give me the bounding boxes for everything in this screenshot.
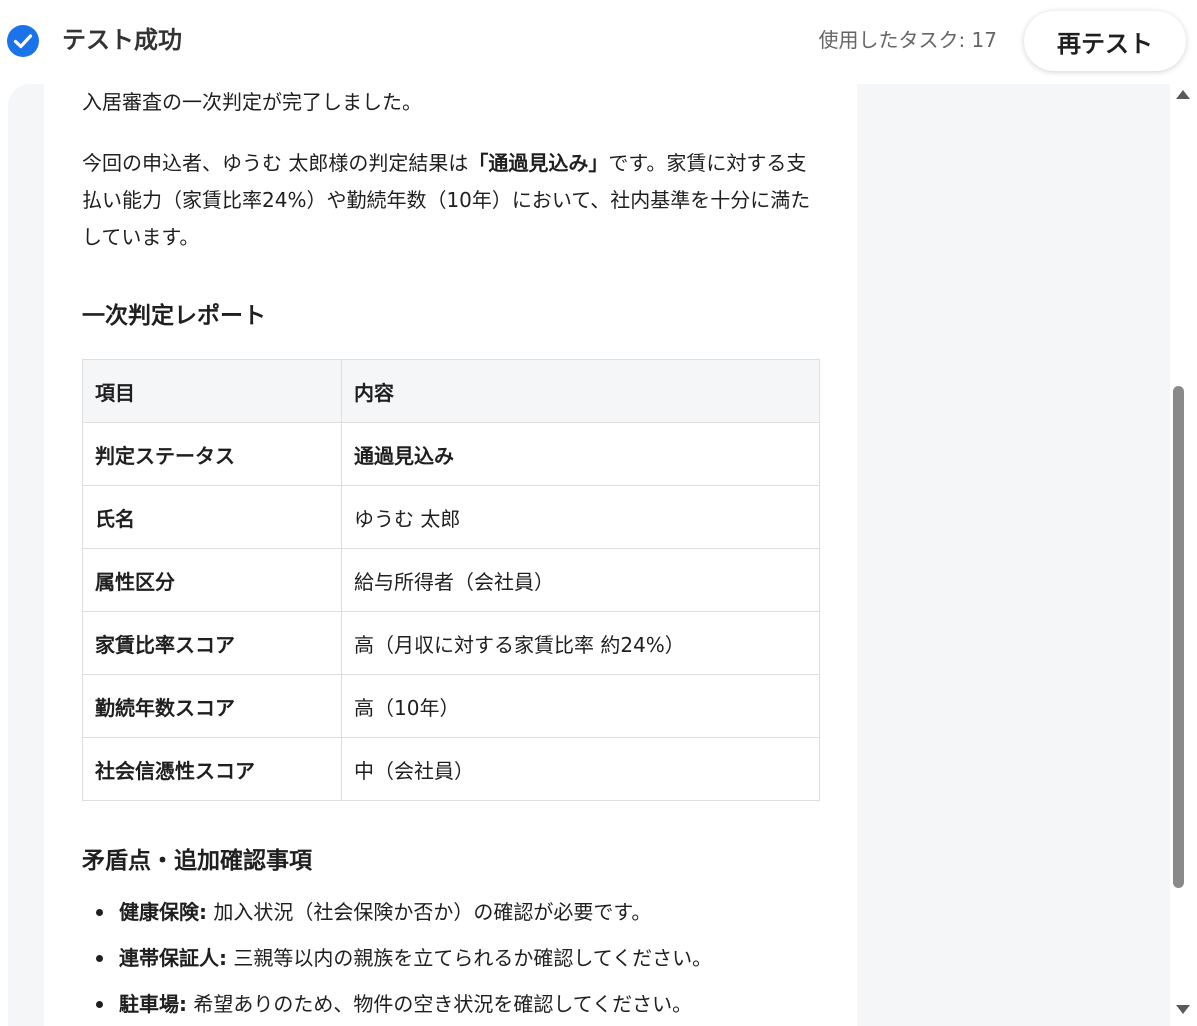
table-row: 家賃比率スコア 高（月収に対する家賃比率 約24%） bbox=[82, 611, 820, 675]
result-header: テスト成功 使用したタスク: 17 再テスト bbox=[0, 0, 1197, 82]
issue-text: 加入状況（社会保険か否か）の確認が必要です。 bbox=[207, 900, 652, 924]
result-document: 入居審査の一次判定が完了しました。 今回の申込者、ゆうむ 太郎様の判定結果は「通… bbox=[44, 82, 857, 1026]
row-key: 社会信憑性スコア bbox=[82, 737, 342, 801]
table-row: 氏名 ゆうむ 太郎 bbox=[82, 485, 820, 549]
row-key: 家賃比率スコア bbox=[82, 611, 342, 675]
vertical-scrollbar[interactable] bbox=[1170, 84, 1197, 1026]
issue-label: 連帯保証人: bbox=[119, 946, 227, 970]
summary-highlight: 「通過見込み」 bbox=[468, 151, 609, 175]
issue-label: 駐車場: bbox=[119, 992, 187, 1016]
bullet-icon bbox=[96, 1001, 103, 1008]
bullet-icon bbox=[96, 909, 103, 916]
test-status-title: テスト成功 bbox=[62, 26, 182, 54]
scroll-up-arrow-icon[interactable] bbox=[1176, 90, 1190, 99]
intro-text: 入居審査の一次判定が完了しました。 bbox=[82, 90, 422, 114]
issue-label: 健康保険: bbox=[119, 900, 207, 924]
bullet-icon bbox=[96, 955, 103, 962]
row-value: 中（会社員） bbox=[341, 737, 820, 801]
issues-list: 健康保険: 加入状況（社会保険か否か）の確認が必要です。 連帯保証人: 三親等以… bbox=[82, 898, 822, 1026]
table-row: 勤続年数スコア 高（10年） bbox=[82, 674, 820, 738]
row-value: ゆうむ 太郎 bbox=[341, 485, 820, 549]
table-row: 判定ステータス 通過見込み bbox=[82, 422, 820, 486]
list-item: 駐車場: 希望ありのため、物件の空き状況を確認してください。 bbox=[82, 990, 822, 1018]
report-table: 項目 内容 判定ステータス 通過見込み 氏名 ゆうむ 太郎 属性区分 給与所得者… bbox=[82, 359, 820, 801]
issues-title: 矛盾点・追加確認事項 bbox=[82, 848, 312, 874]
summary-text-1: 今回の申込者、ゆうむ 太郎様の判定結果は bbox=[82, 151, 469, 175]
issue-text: 希望ありのため、物件の空き状況を確認してください。 bbox=[187, 992, 693, 1016]
task-count: 使用したタスク: 17 bbox=[818, 28, 997, 52]
scrollbar-thumb[interactable] bbox=[1173, 386, 1184, 888]
table-header-row: 項目 内容 bbox=[82, 359, 820, 423]
list-item: 連帯保証人: 三親等以内の親族を立てられるか確認してください。 bbox=[82, 944, 822, 972]
issue-text: 三親等以内の親族を立てられるか確認してください。 bbox=[227, 946, 713, 970]
list-item: 健康保険: 加入状況（社会保険か否か）の確認が必要です。 bbox=[82, 898, 822, 926]
retest-button[interactable]: 再テスト bbox=[1024, 11, 1186, 71]
row-value: 高（10年） bbox=[341, 674, 820, 738]
table-row: 属性区分 給与所得者（会社員） bbox=[82, 548, 820, 612]
row-key: 勤続年数スコア bbox=[82, 674, 342, 738]
row-key: 属性区分 bbox=[82, 548, 342, 612]
row-value: 通過見込み bbox=[341, 422, 820, 486]
summary-paragraph: 今回の申込者、ゆうむ 太郎様の判定結果は「通過見込み」です。家賃に対する支払い能… bbox=[82, 145, 822, 256]
table-header-item: 項目 bbox=[82, 359, 342, 423]
check-circle-icon bbox=[7, 25, 39, 57]
table-row: 社会信憑性スコア 中（会社員） bbox=[82, 737, 820, 801]
row-key: 判定ステータス bbox=[82, 422, 342, 486]
row-key: 氏名 bbox=[82, 485, 342, 549]
scroll-down-arrow-icon[interactable] bbox=[1176, 1005, 1190, 1014]
report-title: 一次判定レポート bbox=[82, 303, 266, 329]
row-value: 給与所得者（会社員） bbox=[341, 548, 820, 612]
table-header-content: 内容 bbox=[341, 359, 820, 423]
row-value: 高（月収に対する家賃比率 約24%） bbox=[341, 611, 820, 675]
